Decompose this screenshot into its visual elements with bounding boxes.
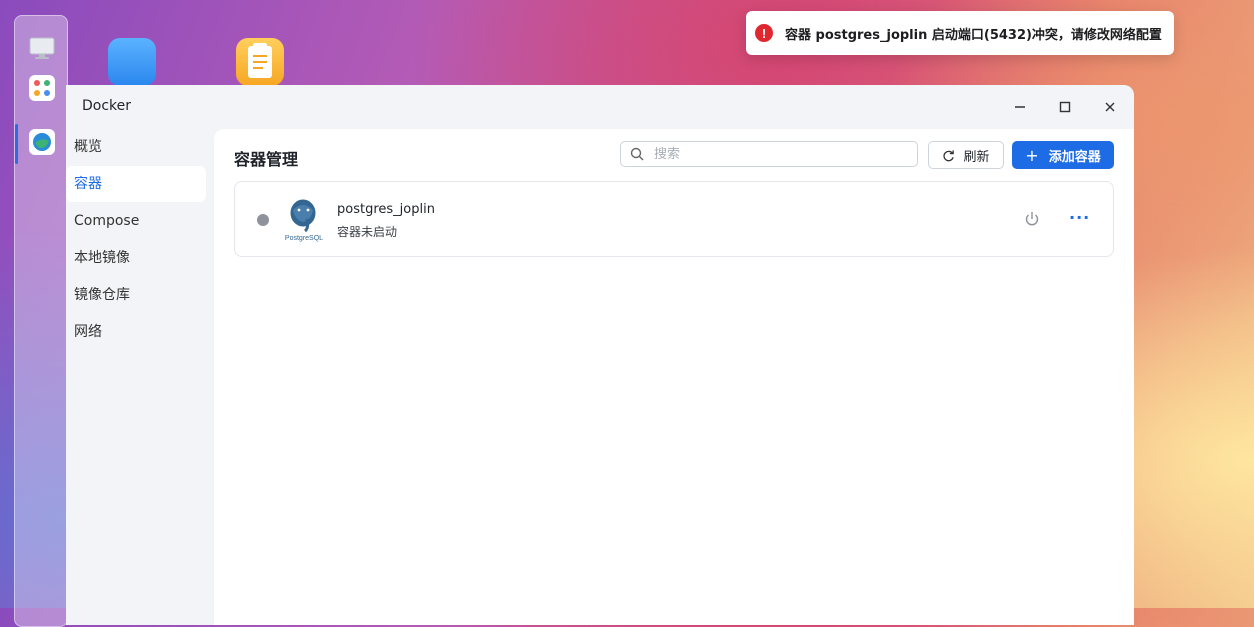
error-toast: ! 容器 postgres_joplin 启动端口(5432)冲突，请修改网络配… (746, 11, 1174, 55)
add-container-button[interactable]: + 添加容器 (1012, 141, 1114, 169)
docker-app-icon[interactable] (29, 129, 55, 155)
search-icon (630, 147, 644, 161)
search-input[interactable] (652, 145, 906, 163)
sidebar-item-network[interactable]: 网络 (66, 314, 206, 350)
computer-icon[interactable] (29, 35, 55, 61)
container-card[interactable]: PostgreSQL postgres_joplin 容器未启动 ··· (234, 181, 1114, 257)
app-center-icon[interactable] (29, 75, 55, 101)
page-title: 容器管理 (234, 150, 299, 169)
maximize-button[interactable] (1055, 97, 1075, 117)
taskbar-dock (14, 15, 68, 627)
notes-desktop-icon[interactable] (236, 38, 284, 86)
main-content: 容器管理 刷新 + 添加容器 (214, 129, 1134, 625)
sidebar-item-overview[interactable]: 概览 (66, 129, 206, 165)
close-button[interactable] (1100, 97, 1120, 117)
plus-icon: + (1025, 145, 1039, 165)
add-container-label: 添加容器 (1048, 149, 1101, 165)
logo-text: PostgreSQL (285, 235, 323, 242)
sidebar-item-containers[interactable]: 容器 (66, 166, 206, 202)
files-desktop-icon[interactable] (108, 38, 156, 86)
status-indicator (257, 214, 269, 226)
active-app-indicator (15, 124, 18, 164)
search-box[interactable] (620, 141, 918, 167)
refresh-button[interactable]: 刷新 (928, 141, 1004, 169)
refresh-label: 刷新 (963, 149, 990, 165)
more-options-button[interactable]: ··· (1069, 208, 1090, 227)
minimize-button[interactable] (1010, 97, 1030, 117)
postgresql-logo-icon: PostgreSQL (281, 196, 327, 242)
container-name: postgres_joplin (337, 202, 435, 217)
refresh-icon (942, 149, 955, 162)
window-titlebar[interactable]: Docker (66, 85, 1134, 129)
error-icon: ! (755, 24, 773, 42)
docker-window: Docker 概览 容器 Compose 本地镜像 镜像仓库 网络 容器管理 搜… (66, 85, 1134, 625)
sidebar-item-image-registry[interactable]: 镜像仓库 (66, 277, 206, 313)
toast-message: 容器 postgres_joplin 启动端口(5432)冲突，请修改网络配置 (785, 27, 1162, 43)
sidebar-nav: 概览 容器 Compose 本地镜像 镜像仓库 网络 (66, 129, 214, 351)
container-status: 容器未启动 (337, 225, 398, 239)
window-title: Docker (82, 98, 132, 114)
sidebar-item-local-images[interactable]: 本地镜像 (66, 240, 206, 276)
sidebar-item-compose[interactable]: Compose (66, 203, 206, 239)
power-icon[interactable] (1023, 210, 1043, 230)
